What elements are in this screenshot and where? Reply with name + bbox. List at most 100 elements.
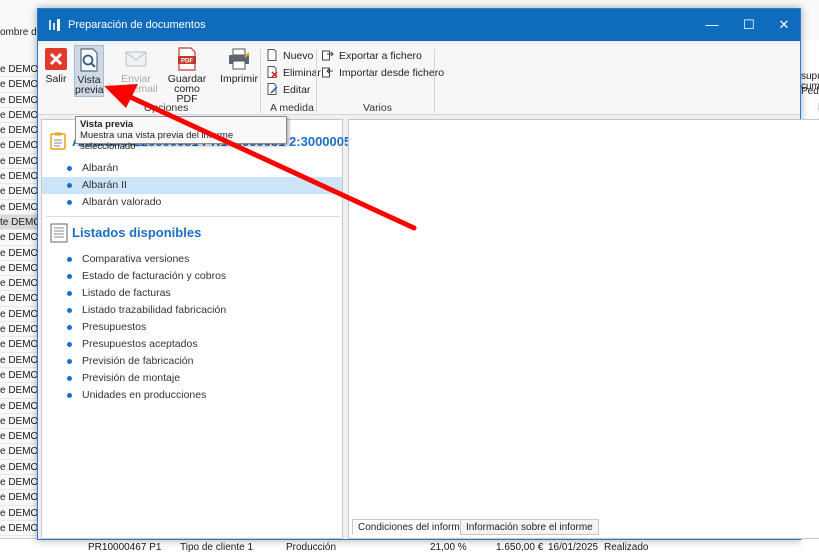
background-row[interactable]: e DEMO: [0, 490, 38, 506]
report-item[interactable]: Comparativa versiones: [42, 251, 342, 268]
background-cell: 16/01/2025: [548, 542, 599, 553]
pdf-icon: PDF: [178, 47, 196, 71]
importar-label: Importar desde fichero: [339, 67, 445, 79]
maximize-button[interactable]: ☐: [730, 9, 768, 41]
report-item[interactable]: Albarán valorado: [42, 194, 342, 211]
nuevo-label: Nuevo: [283, 50, 314, 62]
background-row[interactable]: e DEMO: [0, 506, 38, 521]
svg-text:PDF: PDF: [181, 59, 193, 65]
app-icon: [49, 19, 60, 31]
editar-button[interactable]: Editar: [266, 82, 310, 98]
background-row[interactable]: e DEMO: [0, 399, 38, 414]
tab-informacion[interactable]: Información sobre el informe: [460, 519, 599, 535]
background-row[interactable]: e DEMO: [0, 108, 38, 124]
background-cell: Realizado: [604, 542, 649, 553]
background-row[interactable]: e DEMO: [0, 246, 38, 261]
report-item[interactable]: Previsión de montaje: [42, 370, 342, 387]
report-item[interactable]: Previsión de fabricación: [42, 353, 342, 370]
exportar-fichero-button[interactable]: Exportar a fichero: [322, 48, 422, 64]
salir-button[interactable]: Salir: [42, 47, 70, 84]
background-table-row[interactable]: PR10000467 P1 Tipo de cliente 1 Producción…: [0, 538, 819, 556]
group-separator: [316, 49, 317, 113]
report-item[interactable]: Listado de facturas: [42, 285, 342, 302]
group-label-opciones: Opciones: [144, 102, 189, 114]
background-row[interactable]: e DEMO: [0, 62, 38, 78]
close-button[interactable]: ✕: [765, 9, 803, 41]
salir-label: Salir: [45, 73, 67, 85]
exportar-label: Exportar a fichero: [339, 50, 422, 62]
preparacion-documentos-dialog: Preparación de documentos — ☐ ✕ Salir Vi…: [37, 8, 819, 540]
title-bar[interactable]: Preparación de documentos — ☐ ✕: [38, 9, 800, 41]
group-separator: [434, 49, 435, 113]
background-row[interactable]: e DEMO: [0, 460, 38, 476]
imprimir-label: Imprimir: [220, 73, 258, 85]
eliminar-button[interactable]: Eliminar: [266, 65, 321, 81]
tooltip-title: Vista previa: [80, 119, 134, 130]
group-separator: [260, 49, 261, 113]
background-row[interactable]: e DEMO: [0, 475, 38, 491]
background-row[interactable]: e DEMO: [0, 138, 38, 154]
background-row[interactable]: e DEMO: [0, 353, 38, 368]
background-row[interactable]: e DEMO: [0, 521, 38, 537]
background-row[interactable]: e DEMO: [0, 322, 38, 338]
background-tree-item[interactable]: Pedi: [801, 86, 819, 97]
background-row[interactable]: e DEMO: [0, 184, 38, 200]
background-row[interactable]: e DEMO: [0, 123, 38, 139]
report-item[interactable]: Albarán II: [42, 177, 342, 194]
background-column-header: ombre de: [0, 27, 43, 38]
background-row[interactable]: e DEMO: [0, 383, 38, 399]
enviar-email-button[interactable]: Enviar por email: [114, 47, 158, 94]
background-row[interactable]: e DEMO: [0, 337, 38, 353]
background-row[interactable]: e DEMO: [0, 444, 38, 460]
group-label-a-medida: A medida: [270, 102, 314, 114]
background-row[interactable]: e DEMO: [0, 291, 38, 307]
background-row[interactable]: e DEMO: [0, 154, 38, 170]
email-icon: [125, 51, 147, 67]
background-row[interactable]: e DEMO: [0, 307, 38, 323]
background-row[interactable]: e DEMO: [0, 77, 38, 93]
background-row[interactable]: e DEMO: [0, 429, 38, 445]
report-item[interactable]: Listado trazabilidad fabricación: [42, 302, 342, 319]
background-cell: 1.650,00 €: [496, 542, 544, 553]
clipboard-icon: [50, 132, 66, 150]
report-list-panel: Albarán AL20000051 PR100000051 2:3000005…: [41, 119, 358, 539]
background-row[interactable]: e DEMO: [0, 230, 38, 246]
background-row[interactable]: e DEMO: [0, 368, 38, 384]
background-row[interactable]: e DEMO: [0, 93, 38, 108]
background-cell: 21,00 %: [430, 542, 467, 553]
window-title: Preparación de documentos: [68, 19, 206, 31]
report-item[interactable]: Presupuestos: [42, 319, 342, 336]
background-row[interactable]: te DEMO: [0, 214, 38, 231]
background-tree-item[interactable]: supu: [801, 71, 819, 82]
background-row[interactable]: e DEMO: [0, 261, 38, 277]
export-icon: [322, 50, 334, 61]
report-item[interactable]: Unidades en producciones: [42, 387, 342, 404]
report-info-panel: Condiciones del informe Información sobr…: [348, 119, 819, 539]
exit-icon: [45, 48, 67, 70]
tab-condiciones[interactable]: Condiciones del informe: [352, 519, 472, 535]
report-item[interactable]: Albarán: [42, 160, 342, 177]
section-divider: [46, 216, 340, 217]
nuevo-button[interactable]: Nuevo: [266, 48, 313, 64]
guardar-pdf-button[interactable]: PDF Guardar como PDF: [164, 47, 210, 104]
report-item[interactable]: Presupuestos aceptados: [42, 336, 342, 353]
ribbon-toolbar: Salir Vista previa Enviar por email PDF …: [38, 45, 800, 115]
minimize-button[interactable]: —: [693, 9, 731, 41]
enviar-label-line2: por email: [114, 83, 158, 95]
preview-icon: [80, 48, 98, 72]
group-label-varios: Varios: [363, 102, 392, 114]
report-item[interactable]: Estado de facturación y cobros: [42, 268, 342, 285]
background-row[interactable]: e DEMO: [0, 169, 38, 185]
vista-previa-button[interactable]: Vista previa: [74, 45, 104, 97]
importar-fichero-button[interactable]: Importar desde fichero: [322, 65, 444, 81]
printer-icon: [229, 48, 250, 70]
editar-label: Editar: [283, 84, 311, 96]
background-row[interactable]: e DEMO: [0, 200, 38, 215]
background-row[interactable]: e DEMO: [0, 414, 38, 430]
background-row-list: e DEMO e DEMO e DEMO e DEMO e DEMO e DEMO e DE…: [0, 62, 38, 537]
vista-previa-tooltip: Vista previa Muestra una vista previa de…: [75, 116, 287, 152]
imprimir-button[interactable]: Imprimir: [220, 47, 258, 84]
background-row[interactable]: e DEMO: [0, 276, 38, 292]
list-document-icon: [50, 223, 68, 243]
vista-previa-label-line2: previa: [75, 84, 104, 96]
